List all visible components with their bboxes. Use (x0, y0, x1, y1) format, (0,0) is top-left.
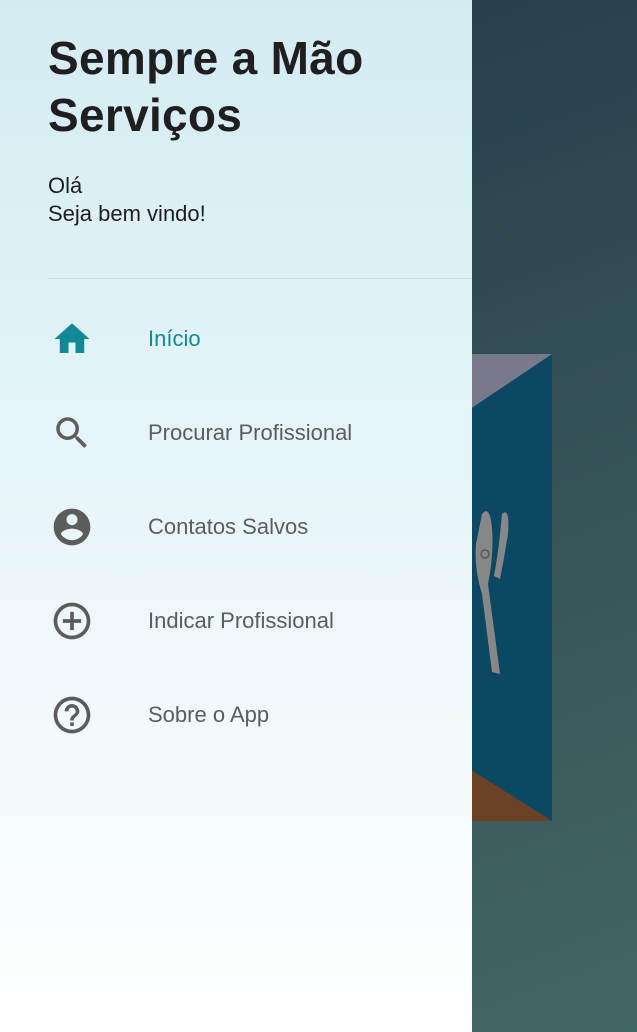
help-circle-icon (50, 693, 94, 737)
screen: os Sempre a Mão Serviços Olá Seja bem vi… (0, 0, 637, 1032)
app-title: Sempre a Mão Serviços (48, 30, 458, 144)
menu-item-label: Procurar Profissional (148, 420, 353, 445)
search-icon (50, 411, 94, 455)
app-title-line-2: Serviços (48, 89, 243, 141)
menu-item-procurar-profissional[interactable]: Procurar Profissional (0, 386, 472, 480)
header-divider (48, 278, 472, 279)
menu-item-label: Indicar Profissional (148, 608, 334, 633)
welcome-text: Seja bem vindo! (48, 201, 206, 226)
menu-item-contatos-salvos[interactable]: Contatos Salvos (0, 480, 472, 574)
home-icon (50, 317, 94, 361)
menu-item-inicio[interactable]: Início (0, 292, 472, 386)
menu-item-label: Contatos Salvos (148, 514, 309, 539)
add-circle-icon (50, 599, 94, 643)
account-circle-icon (50, 505, 94, 549)
menu-item-sobre-o-app[interactable]: Sobre o App (0, 668, 472, 762)
menu-item-label: Sobre o App (148, 702, 270, 727)
drawer-menu: Início Procurar Profissional Contatos Sa… (0, 292, 472, 762)
menu-item-label: Início (148, 326, 201, 351)
menu-item-indicar-profissional[interactable]: Indicar Profissional (0, 574, 472, 668)
navigation-drawer: Sempre a Mão Serviços Olá Seja bem vindo… (0, 0, 472, 1032)
drawer-header: Sempre a Mão Serviços Olá Seja bem vindo… (48, 30, 458, 228)
app-title-line-1: Sempre a Mão (48, 32, 364, 84)
greeting-text: Olá (48, 173, 83, 198)
